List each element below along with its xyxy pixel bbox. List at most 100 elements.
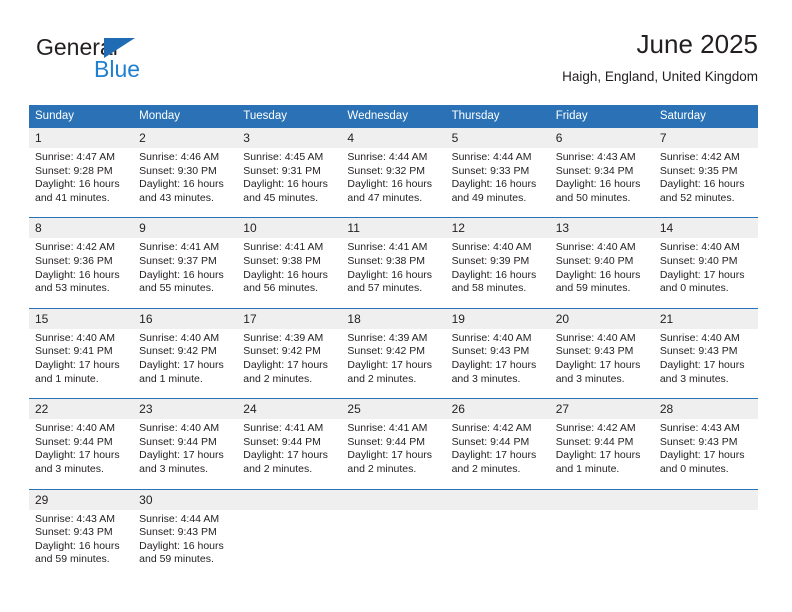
day-number[interactable]: 23: [133, 398, 238, 420]
daylight-text-line1: Daylight: 16 hours: [35, 178, 120, 191]
daylight-text-line1: Daylight: 17 hours: [555, 358, 641, 371]
day-cell[interactable]: Sunrise: 4:40 AM Sunset: 9:40 PM Dayligh…: [549, 238, 654, 309]
daylight-text-line2: and 43 minutes.: [139, 191, 214, 204]
day-cell[interactable]: Sunrise: 4:46 AM Sunset: 9:30 PM Dayligh…: [133, 148, 238, 218]
day-number[interactable]: 29: [29, 488, 134, 510]
day-number[interactable]: 26: [445, 398, 550, 420]
day-number-row: 8 9 10 11 12 13 14: [29, 217, 758, 239]
day-number[interactable]: 22: [29, 398, 134, 420]
day-number[interactable]: 28: [653, 398, 758, 420]
day-number[interactable]: 17: [237, 307, 342, 329]
daylight-text-line1: Daylight: 17 hours: [347, 449, 433, 462]
sunset-text: Sunset: 9:39 PM: [451, 254, 530, 267]
day-cell[interactable]: Sunrise: 4:43 AM Sunset: 9:43 PM Dayligh…: [29, 509, 134, 579]
day-cell[interactable]: Sunrise: 4:44 AM Sunset: 9:32 PM Dayligh…: [341, 148, 446, 218]
day-cell[interactable]: Sunrise: 4:42 AM Sunset: 9:44 PM Dayligh…: [445, 419, 550, 489]
day-number[interactable]: 12: [445, 217, 550, 239]
day-cell[interactable]: Sunrise: 4:40 AM Sunset: 9:44 PM Dayligh…: [133, 419, 238, 489]
day-number-row: 15 16 17 18 19 20 21: [29, 307, 758, 329]
daylight-text-line1: Daylight: 16 hours: [555, 268, 641, 281]
day-cell[interactable]: Sunrise: 4:43 AM Sunset: 9:43 PM Dayligh…: [653, 419, 758, 489]
calendar-week: 29 30 Sunrise: 4:43 AM Sunset: 9:43 PM D…: [29, 488, 758, 579]
sunrise-text: Sunrise: 4:43 AM: [659, 422, 740, 435]
day-number[interactable]: 20: [549, 307, 654, 329]
day-cell[interactable]: Sunrise: 4:39 AM Sunset: 9:42 PM Dayligh…: [341, 328, 446, 399]
daylight-text-line2: and 45 minutes.: [243, 191, 318, 204]
sunrise-text: Sunrise: 4:44 AM: [139, 512, 220, 525]
sunset-text: Sunset: 9:42 PM: [243, 345, 321, 358]
daylight-text-line2: and 0 minutes.: [659, 462, 729, 475]
day-number[interactable]: 13: [549, 217, 654, 239]
day-cell[interactable]: Sunrise: 4:41 AM Sunset: 9:44 PM Dayligh…: [341, 419, 446, 489]
daylight-text-line2: and 3 minutes.: [659, 372, 729, 385]
day-cell[interactable]: Sunrise: 4:40 AM Sunset: 9:41 PM Dayligh…: [29, 328, 134, 399]
calendar-grid: Sunday Monday Tuesday Wednesday Thursday…: [29, 105, 758, 579]
day-cell[interactable]: Sunrise: 4:45 AM Sunset: 9:31 PM Dayligh…: [237, 148, 342, 218]
empty-day-number: [237, 488, 342, 510]
day-number[interactable]: 4: [341, 128, 446, 148]
day-number[interactable]: 14: [653, 217, 758, 239]
weekday-header-wednesday: Wednesday: [341, 105, 446, 128]
day-cell[interactable]: Sunrise: 4:44 AM Sunset: 9:33 PM Dayligh…: [445, 148, 550, 218]
daylight-text-line1: Daylight: 16 hours: [35, 539, 120, 552]
daylight-text-line1: Daylight: 16 hours: [139, 178, 224, 191]
day-number[interactable]: 1: [29, 128, 134, 148]
empty-day-cell: [549, 509, 654, 579]
day-number[interactable]: 27: [549, 398, 654, 420]
day-detail-row: Sunrise: 4:43 AM Sunset: 9:43 PM Dayligh…: [29, 509, 758, 579]
day-cell[interactable]: Sunrise: 4:42 AM Sunset: 9:36 PM Dayligh…: [29, 238, 134, 309]
sunset-text: Sunset: 9:38 PM: [347, 254, 426, 267]
day-number[interactable]: 15: [29, 307, 134, 329]
day-number[interactable]: 19: [445, 307, 550, 329]
daylight-text-line1: Daylight: 16 hours: [243, 268, 328, 281]
sunset-text: Sunset: 9:44 PM: [35, 435, 113, 448]
daylight-text-line2: and 1 minute.: [139, 372, 203, 385]
brand-logo[interactable]: General Blue: [34, 34, 254, 92]
day-number[interactable]: 18: [341, 307, 446, 329]
day-number[interactable]: 30: [133, 488, 238, 510]
daylight-text-line2: and 2 minutes.: [347, 462, 417, 475]
day-cell[interactable]: Sunrise: 4:40 AM Sunset: 9:44 PM Dayligh…: [29, 419, 134, 489]
sunset-text: Sunset: 9:42 PM: [347, 345, 426, 358]
day-cell[interactable]: Sunrise: 4:42 AM Sunset: 9:44 PM Dayligh…: [549, 419, 654, 489]
daylight-text-line2: and 2 minutes.: [243, 462, 313, 475]
day-number[interactable]: 7: [653, 128, 758, 148]
day-number[interactable]: 16: [133, 307, 238, 329]
day-number[interactable]: 9: [133, 217, 238, 239]
day-number[interactable]: 25: [341, 398, 446, 420]
day-number[interactable]: 2: [133, 128, 238, 148]
day-cell[interactable]: Sunrise: 4:40 AM Sunset: 9:39 PM Dayligh…: [445, 238, 550, 309]
daylight-text-line1: Daylight: 17 hours: [243, 449, 328, 462]
day-cell[interactable]: Sunrise: 4:40 AM Sunset: 9:43 PM Dayligh…: [549, 328, 654, 399]
daylight-text-line2: and 3 minutes.: [35, 462, 104, 475]
day-cell[interactable]: Sunrise: 4:40 AM Sunset: 9:40 PM Dayligh…: [653, 238, 758, 309]
day-cell[interactable]: Sunrise: 4:47 AM Sunset: 9:28 PM Dayligh…: [29, 148, 134, 218]
day-cell[interactable]: Sunrise: 4:44 AM Sunset: 9:43 PM Dayligh…: [133, 509, 238, 579]
daylight-text-line1: Daylight: 17 hours: [139, 358, 224, 371]
day-number[interactable]: 11: [341, 217, 446, 239]
day-cell[interactable]: Sunrise: 4:43 AM Sunset: 9:34 PM Dayligh…: [549, 148, 654, 218]
day-cell[interactable]: Sunrise: 4:40 AM Sunset: 9:42 PM Dayligh…: [133, 328, 238, 399]
day-number[interactable]: 3: [237, 128, 342, 148]
day-cell[interactable]: Sunrise: 4:40 AM Sunset: 9:43 PM Dayligh…: [653, 328, 758, 399]
daylight-text-line2: and 2 minutes.: [451, 462, 521, 475]
sunrise-text: Sunrise: 4:43 AM: [555, 151, 636, 163]
day-number[interactable]: 6: [549, 128, 654, 148]
day-cell[interactable]: Sunrise: 4:40 AM Sunset: 9:43 PM Dayligh…: [445, 328, 550, 399]
day-cell[interactable]: Sunrise: 4:41 AM Sunset: 9:44 PM Dayligh…: [237, 419, 342, 489]
daylight-text-line2: and 58 minutes.: [451, 282, 527, 295]
day-cell[interactable]: Sunrise: 4:41 AM Sunset: 9:38 PM Dayligh…: [237, 238, 342, 309]
day-number[interactable]: 24: [237, 398, 342, 420]
day-number[interactable]: 21: [653, 307, 758, 329]
day-cell[interactable]: Sunrise: 4:41 AM Sunset: 9:37 PM Dayligh…: [133, 238, 238, 309]
sunrise-text: Sunrise: 4:40 AM: [35, 331, 115, 344]
day-cell[interactable]: Sunrise: 4:42 AM Sunset: 9:35 PM Dayligh…: [653, 148, 758, 218]
sunset-text: Sunset: 9:33 PM: [451, 164, 530, 177]
day-number[interactable]: 10: [237, 217, 342, 239]
day-number[interactable]: 8: [29, 217, 134, 239]
day-cell[interactable]: Sunrise: 4:39 AM Sunset: 9:42 PM Dayligh…: [237, 328, 342, 399]
sunset-text: Sunset: 9:43 PM: [35, 526, 113, 539]
day-number[interactable]: 5: [445, 128, 550, 148]
sunset-text: Sunset: 9:44 PM: [451, 435, 530, 448]
day-cell[interactable]: Sunrise: 4:41 AM Sunset: 9:38 PM Dayligh…: [341, 238, 446, 309]
